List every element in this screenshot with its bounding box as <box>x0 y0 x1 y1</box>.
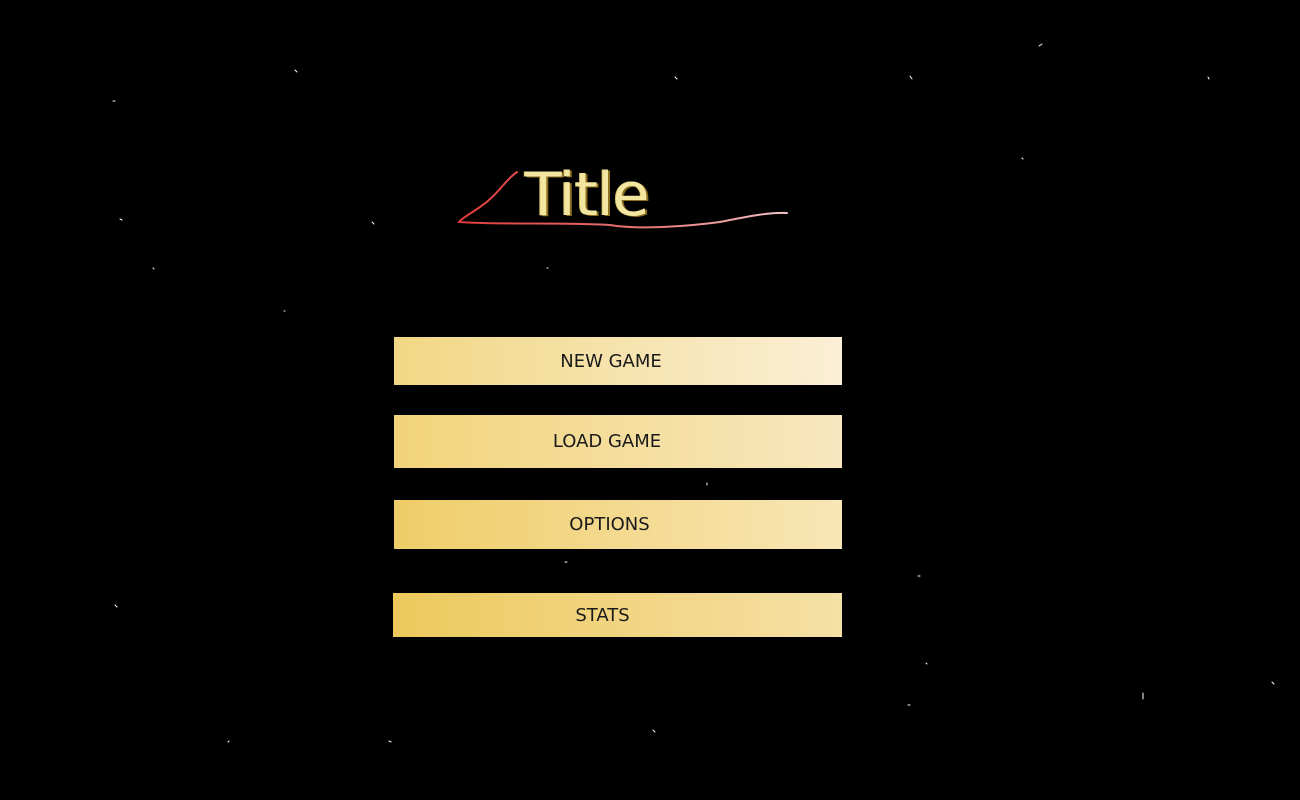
title-swoosh-decoration <box>457 171 788 229</box>
load-game-button[interactable]: LOAD GAME <box>394 415 842 468</box>
stats-button[interactable]: STATS <box>393 593 842 637</box>
game-title: Title <box>525 160 650 230</box>
stats-label: STATS <box>575 604 630 626</box>
new-game-label: NEW GAME <box>560 350 662 372</box>
options-button[interactable]: OPTIONS <box>394 500 842 549</box>
options-label: OPTIONS <box>569 514 650 535</box>
new-game-button[interactable]: NEW GAME <box>394 337 842 385</box>
main-menu-screen: Title NEW GAME LOAD GAME OPTIONS STATS <box>0 0 1300 800</box>
load-game-label: LOAD GAME <box>552 431 662 452</box>
